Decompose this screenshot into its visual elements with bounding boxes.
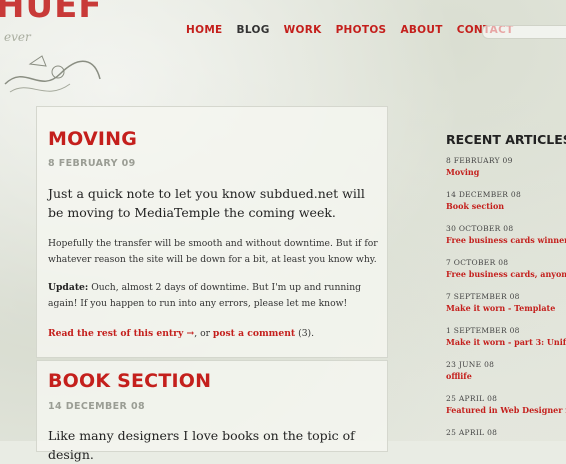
- post-title-moving[interactable]: MOVING: [48, 128, 137, 150]
- post-title-book-section[interactable]: BOOK SECTION: [48, 370, 211, 392]
- article-date: 7 SEPTEMBER 08: [446, 292, 520, 301]
- decorative-ribbon-icon: [4, 55, 101, 93]
- sidebar-heading: RECENT ARTICLES: [446, 132, 566, 147]
- article-date: 14 DECEMBER 08: [446, 190, 522, 199]
- article-link[interactable]: Featured in Web Designer m: [446, 404, 566, 416]
- list-item[interactable]: 25 APRIL 08: [446, 427, 566, 451]
- nav-about[interactable]: ABOUT: [400, 24, 442, 36]
- link-separator: , or: [194, 328, 213, 339]
- article-date: 8 FEBRUARY 09: [446, 156, 513, 165]
- article-link[interactable]: Free business cards, anyone: [446, 268, 566, 280]
- article-date: 1 SEPTEMBER 08: [446, 326, 520, 335]
- read-more-link[interactable]: Read the rest of this entry →: [48, 328, 194, 339]
- list-item[interactable]: 1 SEPTEMBER 08 Make it worn - part 3: Un…: [446, 325, 566, 349]
- site-logo[interactable]: HUEF: [0, 0, 103, 26]
- post-lead: Just a quick note to let you know subdue…: [48, 186, 365, 220]
- article-link[interactable]: Book section: [446, 200, 566, 212]
- article-date: 25 APRIL 08: [446, 394, 498, 403]
- post-lead: Like many designers I love books on the …: [48, 428, 355, 462]
- comment-count: (3).: [295, 328, 315, 339]
- nav-photos[interactable]: PHOTOS: [336, 24, 387, 36]
- update-label: Update:: [48, 282, 89, 293]
- nav-blog[interactable]: BLOG: [237, 24, 270, 36]
- post-update-paragraph: Update: Ouch, almost 2 days of downtime.…: [48, 280, 378, 311]
- article-link[interactable]: offlife: [446, 370, 566, 382]
- post-date: 14 DECEMBER 08: [48, 401, 145, 412]
- list-item[interactable]: 8 FEBRUARY 09 Moving: [446, 155, 566, 179]
- article-link[interactable]: Moving: [446, 166, 566, 178]
- post-paragraph: Hopefully the transfer will be smooth an…: [48, 238, 378, 265]
- list-item[interactable]: 30 OCTOBER 08 Free business cards winner: [446, 223, 566, 247]
- nav-work[interactable]: WORK: [284, 24, 322, 36]
- article-link[interactable]: Make it worn - Template: [446, 302, 566, 314]
- article-link[interactable]: Make it worn - part 3: Unify: [446, 336, 566, 348]
- post-footer-links: Read the rest of this entry →, or post a…: [48, 326, 378, 342]
- article-date: 30 OCTOBER 08: [446, 224, 514, 233]
- list-item[interactable]: 7 SEPTEMBER 08 Make it worn - Template: [446, 291, 566, 315]
- list-item[interactable]: 25 APRIL 08 Featured in Web Designer m: [446, 393, 566, 417]
- article-link[interactable]: Free business cards winner: [446, 234, 566, 246]
- post-date: 8 FEBRUARY 09: [48, 158, 136, 169]
- article-date: 25 APRIL 08: [446, 428, 498, 437]
- recent-articles-sidebar: RECENT ARTICLES 8 FEBRUARY 09 Moving 14 …: [446, 132, 566, 461]
- list-item[interactable]: 14 DECEMBER 08 Book section: [446, 189, 566, 213]
- main-navigation: HOME BLOG WORK PHOTOS ABOUT CONTACT: [186, 24, 514, 36]
- post-comment-link[interactable]: post a comment: [213, 328, 295, 339]
- article-date: 7 OCTOBER 08: [446, 258, 509, 267]
- list-item[interactable]: 7 OCTOBER 08 Free business cards, anyone: [446, 257, 566, 281]
- search-input[interactable]: [482, 25, 566, 39]
- list-item[interactable]: 23 JUNE 08 offlife: [446, 359, 566, 383]
- article-date: 23 JUNE 08: [446, 360, 495, 369]
- update-text: Ouch, almost 2 days of downtime. But I'm…: [48, 282, 362, 309]
- logo-scribble: ever: [4, 30, 31, 44]
- nav-home[interactable]: HOME: [186, 24, 223, 36]
